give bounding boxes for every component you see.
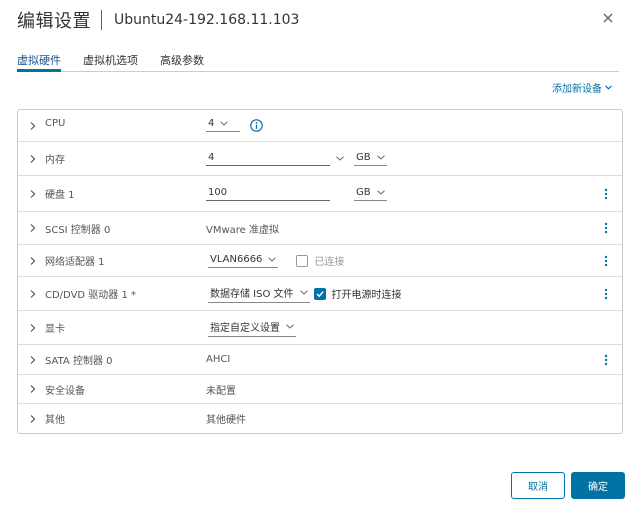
chevron-down-icon (376, 154, 385, 160)
chevron-down-icon (286, 323, 294, 329)
more-actions-icon[interactable] (604, 354, 608, 366)
network-value: VLAN6666 (210, 253, 263, 265)
cpu-count-select[interactable]: 4 (206, 118, 240, 132)
hardware-row-network: 网络适配器 1 VLAN6666 已连接 (18, 245, 622, 277)
hardware-row-other: 其他 其他硬件 (18, 404, 622, 433)
more-actions-icon[interactable] (604, 255, 608, 267)
tab-virtual-hardware[interactable]: 虚拟硬件 (17, 48, 61, 72)
connect-at-power-on-checkbox[interactable] (313, 287, 326, 300)
title-divider (101, 10, 102, 30)
more-actions-icon[interactable] (604, 222, 608, 234)
checkmark-icon (316, 290, 324, 297)
connect-at-power-on-label: 打开电源时连接 (331, 290, 402, 301)
network-select[interactable]: VLAN6666 (208, 253, 279, 268)
hardware-row-cdrom: CD/DVD 驱动器 1 * 数据存储 ISO 文件 打开电源时连接 (18, 277, 622, 311)
hardware-row-sata: SATA 控制器 0 AHCI (18, 345, 622, 375)
chevron-right-icon[interactable] (28, 121, 38, 131)
memory-size-input[interactable] (206, 151, 330, 166)
chevron-down-icon (220, 121, 229, 126)
row-label-sata: SATA 控制器 0 (45, 356, 113, 367)
disk-unit-select[interactable]: GB (354, 187, 387, 201)
cdrom-media-select[interactable]: 数据存储 ISO 文件 (208, 285, 310, 303)
ok-button[interactable]: 确定 (571, 472, 625, 499)
hardware-row-memory: 内存 GB (18, 142, 622, 176)
hardware-row-cpu: CPU 4 (18, 110, 622, 142)
dialog-header: 编辑设置 Ubuntu24-192.168.11.103 (17, 8, 299, 32)
hardware-row-disk: 硬盘 1 GB (18, 176, 622, 212)
vm-name: Ubuntu24-192.168.11.103 (114, 12, 300, 28)
network-connected-checkbox[interactable] (296, 254, 309, 267)
tab-advanced-params[interactable]: 高级参数 (160, 48, 204, 71)
row-label-network: 网络适配器 1 (45, 257, 105, 268)
tab-vm-options[interactable]: 虚拟机选项 (83, 48, 138, 71)
row-label-cpu: CPU (45, 118, 66, 129)
chevron-right-icon[interactable] (28, 355, 38, 365)
chevron-down-icon[interactable] (336, 156, 344, 161)
chevron-right-icon[interactable] (28, 289, 38, 299)
hardware-row-scsi: SCSI 控制器 0 VMware 准虚拟 (18, 212, 622, 245)
chevron-down-icon (376, 189, 385, 195)
chevron-right-icon[interactable] (28, 223, 38, 233)
memory-unit-select[interactable]: GB (354, 152, 387, 166)
row-label-memory: 内存 (45, 155, 65, 166)
more-actions-icon[interactable] (604, 288, 608, 300)
add-new-device-button[interactable]: 添加新设备 (552, 80, 612, 95)
chevron-right-icon[interactable] (28, 323, 38, 333)
close-icon[interactable] (600, 10, 616, 26)
row-label-other: 其他 (45, 415, 65, 426)
tab-bar: 虚拟硬件 虚拟机选项 高级参数 (17, 48, 619, 72)
network-connected-label: 已连接 (314, 257, 345, 268)
hardware-row-security: 安全设备 未配置 (18, 375, 622, 404)
sata-type-value: AHCI (206, 354, 231, 365)
chevron-down-icon (268, 256, 277, 262)
chevron-right-icon[interactable] (28, 154, 38, 164)
more-actions-icon[interactable] (604, 188, 608, 200)
hardware-row-video: 显卡 指定自定义设置 (18, 311, 622, 345)
chevron-down-icon (605, 85, 612, 90)
chevron-down-icon (299, 289, 308, 295)
scsi-type-value: VMware 准虚拟 (206, 224, 279, 236)
disk-size-input[interactable] (206, 186, 330, 201)
hardware-table: CPU 4 内存 GB 硬盘 1 GB (17, 109, 623, 434)
security-value: 未配置 (206, 385, 236, 397)
info-icon[interactable] (250, 118, 263, 132)
memory-unit-value: GB (356, 151, 371, 163)
other-value: 其他硬件 (206, 415, 246, 426)
video-settings-value: 指定自定义设置 (210, 322, 280, 334)
cpu-count-value: 4 (208, 118, 215, 129)
row-label-cdrom: CD/DVD 驱动器 1 * (45, 290, 137, 301)
video-settings-select[interactable]: 指定自定义设置 (208, 319, 296, 337)
disk-unit-value: GB (356, 186, 371, 198)
row-label-video: 显卡 (45, 324, 65, 335)
chevron-right-icon[interactable] (28, 189, 38, 199)
dialog-title: 编辑设置 (17, 11, 91, 32)
add-new-device-label: 添加新设备 (552, 84, 602, 95)
row-label-disk: 硬盘 1 (45, 190, 75, 201)
row-label-scsi: SCSI 控制器 0 (45, 224, 111, 236)
cancel-button[interactable]: 取消 (511, 472, 565, 499)
chevron-right-icon[interactable] (28, 256, 38, 266)
cdrom-media-value: 数据存储 ISO 文件 (210, 288, 294, 300)
chevron-right-icon[interactable] (28, 384, 38, 394)
chevron-right-icon[interactable] (28, 414, 38, 424)
row-label-security: 安全设备 (45, 385, 85, 397)
